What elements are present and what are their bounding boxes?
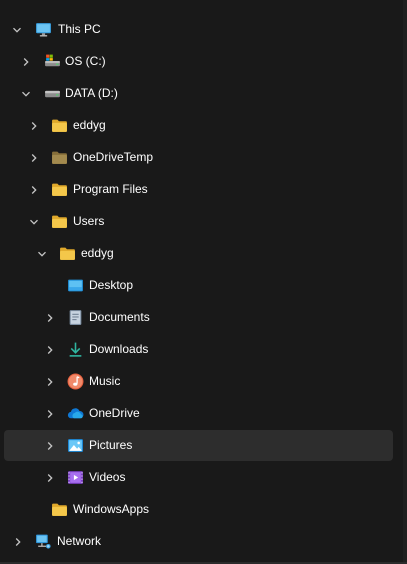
system-drive-icon xyxy=(44,53,61,70)
pictures-icon xyxy=(67,437,84,454)
navigation-pane: This PC OS (C:) DATA (D:) eddyg OneDrive… xyxy=(0,0,407,564)
videos-icon xyxy=(67,469,84,486)
chevron-right-icon[interactable] xyxy=(19,46,33,77)
chevron-right-icon[interactable] xyxy=(43,430,57,461)
chevron-down-icon[interactable] xyxy=(19,78,33,109)
tree-item-label: WindowsApps xyxy=(73,502,150,516)
chevron-down-icon[interactable] xyxy=(35,238,49,269)
chevron-right-icon[interactable] xyxy=(43,366,57,397)
tree-item-label: DATA (D:) xyxy=(65,86,118,100)
download-icon xyxy=(67,341,84,358)
monitor-icon xyxy=(35,21,52,38)
tree-item-documents[interactable]: Documents xyxy=(4,302,393,333)
tree-item-eddyg[interactable]: eddyg xyxy=(4,110,393,141)
tree-item-videos[interactable]: Videos xyxy=(4,462,393,493)
tree-item-downloads[interactable]: Downloads xyxy=(4,334,393,365)
tree-item-label: Music xyxy=(89,374,121,388)
tree-item-pictures[interactable]: Pictures xyxy=(4,430,393,461)
tree-item-label: Videos xyxy=(89,470,126,484)
tree-item-user-eddyg[interactable]: eddyg xyxy=(4,238,393,269)
tree-item-network[interactable]: Network xyxy=(4,526,393,557)
tree-item-label: eddyg xyxy=(81,246,114,260)
tree-item-label: This PC xyxy=(58,22,101,36)
folder-icon xyxy=(51,501,68,518)
tree-item-onedrivetemp[interactable]: OneDriveTemp xyxy=(4,142,393,173)
tree-item-label: Pictures xyxy=(89,438,133,452)
tree-item-label: Documents xyxy=(89,310,150,324)
tree-item-onedrive[interactable]: OneDrive xyxy=(4,398,393,429)
chevron-right-icon[interactable] xyxy=(27,142,41,173)
desktop-icon xyxy=(67,277,84,294)
tree-item-data-d[interactable]: DATA (D:) xyxy=(4,78,393,109)
tree-item-music[interactable]: Music xyxy=(4,366,393,397)
folder-icon xyxy=(59,245,76,262)
tree-item-windowsapps[interactable]: WindowsApps xyxy=(4,494,393,525)
chevron-right-icon[interactable] xyxy=(43,334,57,365)
chevron-right-icon[interactable] xyxy=(27,174,41,205)
chevron-right-icon[interactable] xyxy=(27,110,41,141)
documents-icon xyxy=(67,309,84,326)
tree-item-desktop[interactable]: Desktop xyxy=(4,270,393,301)
scrollbar-track[interactable] xyxy=(403,0,407,564)
tree-item-label: Desktop xyxy=(89,278,134,292)
hidden-folder-icon xyxy=(51,149,68,166)
tree-item-label: Network xyxy=(57,534,102,548)
chevron-right-icon[interactable] xyxy=(43,302,57,333)
music-icon xyxy=(67,373,84,390)
folder-icon xyxy=(51,213,68,230)
tree-item-label: Program Files xyxy=(73,182,148,196)
folder-icon xyxy=(51,181,68,198)
tree-item-program-files[interactable]: Program Files xyxy=(4,174,393,205)
tree-item-label: OneDriveTemp xyxy=(73,150,154,164)
chevron-right-icon[interactable] xyxy=(43,398,57,429)
chevron-right-icon[interactable] xyxy=(43,462,57,493)
tree-item-label: Users xyxy=(73,214,105,228)
tree-item-os-c[interactable]: OS (C:) xyxy=(4,46,393,77)
network-icon xyxy=(35,533,52,550)
tree-item-label: OS (C:) xyxy=(65,54,106,68)
tree-item-label: eddyg xyxy=(73,118,106,132)
cloud-icon xyxy=(67,405,84,422)
chevron-down-icon[interactable] xyxy=(27,206,41,237)
chevron-right-icon[interactable] xyxy=(11,526,25,557)
tree-item-this-pc[interactable]: This PC xyxy=(4,14,393,45)
tree-item-label: OneDrive xyxy=(89,406,140,420)
tree-item-users[interactable]: Users xyxy=(4,206,393,237)
folder-icon xyxy=(51,117,68,134)
chevron-down-icon[interactable] xyxy=(10,14,24,45)
tree-item-label: Downloads xyxy=(89,342,149,356)
drive-icon xyxy=(44,85,61,102)
